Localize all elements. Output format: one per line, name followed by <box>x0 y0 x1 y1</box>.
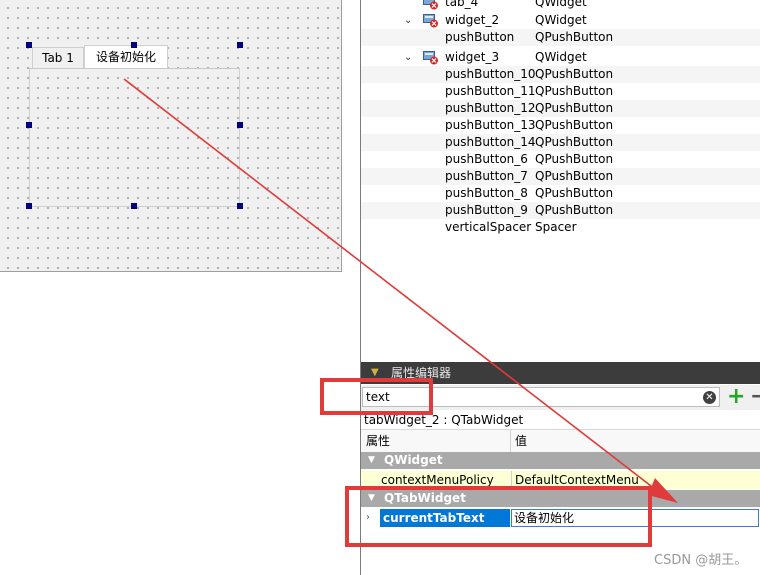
watermark: CSDN @胡王。 <box>654 553 748 568</box>
annotation-arrow <box>123 78 678 503</box>
